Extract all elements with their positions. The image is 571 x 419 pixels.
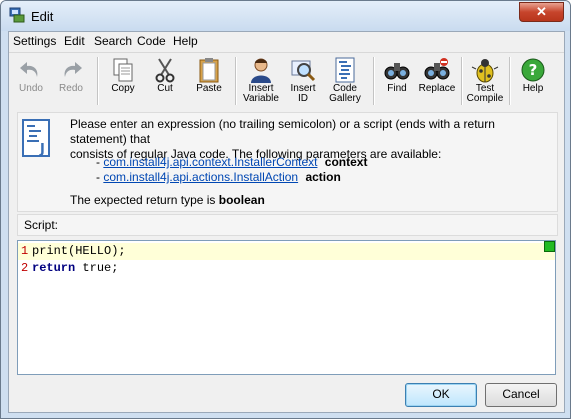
undo-label: Undo <box>19 83 43 94</box>
param-context-type-link[interactable]: com.install4j.api.context.InstallerConte… <box>103 155 317 169</box>
insert-variable-button[interactable]: Insert Variable <box>241 55 281 107</box>
svg-text:J: J <box>39 142 45 157</box>
menu-bar: Settings Edit Search Code Help <box>9 32 564 51</box>
code-gallery-icon <box>335 57 355 83</box>
menu-edit[interactable]: Edit <box>64 34 85 48</box>
help-button[interactable]: ? Help <box>515 55 551 107</box>
copy-icon <box>113 58 133 82</box>
code-rest: true; <box>75 261 119 275</box>
code-gallery-button[interactable]: Code Gallery <box>325 55 365 107</box>
window-title: Edit <box>31 9 54 24</box>
cut-label: Cut <box>157 83 173 94</box>
param-action-type-link[interactable]: com.install4j.api.actions.InstallAction <box>103 170 298 184</box>
script-document-icon: J <box>22 119 50 157</box>
title-bar[interactable]: Edit ✕ <box>1 1 570 31</box>
toolbar: Undo Redo Copy Cut Paste Insert Variable… <box>9 52 564 111</box>
copy-button[interactable]: Copy <box>105 55 141 107</box>
param-action: - com.install4j.api.actions.InstallActio… <box>96 170 341 184</box>
magnifier-icon <box>291 60 316 82</box>
script-label: Script: <box>24 218 59 232</box>
cut-button[interactable]: Cut <box>147 55 183 107</box>
toolbar-separator <box>373 57 375 105</box>
toolbar-separator <box>509 57 511 105</box>
return-type-prefix: The expected return type is <box>70 193 216 207</box>
find-label: Find <box>387 83 407 94</box>
close-button[interactable]: ✕ <box>519 2 564 22</box>
menu-code[interactable]: Code <box>137 34 166 48</box>
code-text: print(HELLO); <box>32 244 126 258</box>
redo-label: Redo <box>59 83 83 94</box>
close-icon: ✕ <box>536 4 547 19</box>
dialog-footer: OK Cancel <box>9 378 564 412</box>
info-line-1: Please enter an expression (no trailing … <box>70 117 495 146</box>
replace-button[interactable]: Replace <box>417 55 457 107</box>
cancel-button[interactable]: Cancel <box>485 383 557 407</box>
param-context: - com.install4j.api.context.InstallerCon… <box>96 155 367 169</box>
line-number: 1 <box>21 244 29 258</box>
undo-button[interactable]: Undo <box>13 55 49 107</box>
menu-search[interactable]: Search <box>94 34 132 48</box>
toolbar-separator <box>97 57 99 105</box>
undo-arrow-icon <box>20 62 38 77</box>
toolbar-separator <box>461 57 463 105</box>
scissors-icon <box>155 58 175 83</box>
status-marker-icon <box>544 241 555 252</box>
param-context-name: context <box>324 155 368 169</box>
dialog-body: Settings Edit Search Code Help Undo Redo… <box>8 31 565 413</box>
code-text: return true; <box>32 260 118 277</box>
code-line-2[interactable]: 2 return true; <box>18 260 555 277</box>
test-compile-button[interactable]: Test Compile <box>465 55 505 107</box>
toolbar-separator <box>235 57 237 105</box>
find-button[interactable]: Find <box>379 55 415 107</box>
param-action-name: action <box>305 170 341 184</box>
bug-icon <box>471 59 499 83</box>
binoculars-icon <box>384 63 410 80</box>
binoculars-replace-icon <box>424 58 450 80</box>
menu-settings[interactable]: Settings <box>13 34 56 48</box>
code-keyword: return <box>32 261 76 275</box>
code-gallery-label-2: Gallery <box>329 93 361 104</box>
help-icon: ? <box>521 58 545 82</box>
clipboard-icon <box>199 58 219 83</box>
help-label: Help <box>522 83 544 94</box>
app-icon <box>9 7 25 23</box>
script-header: Script: <box>17 214 558 236</box>
insert-variable-label-2: Variable <box>243 93 279 104</box>
menu-help[interactable]: Help <box>173 34 198 48</box>
line-number: 2 <box>21 261 29 275</box>
replace-label: Replace <box>418 83 456 94</box>
svg-text:?: ? <box>529 61 538 79</box>
script-editor[interactable]: 1 print(HELLO); 2 return true; <box>17 240 556 375</box>
edit-window: Edit ✕ Settings Edit Search Code Help Un… <box>0 0 571 419</box>
test-compile-label-2: Compile <box>466 93 504 104</box>
paste-button[interactable]: Paste <box>189 55 229 107</box>
insert-id-label-2: ID <box>298 93 308 104</box>
code-line-1[interactable]: 1 print(HELLO); <box>18 243 555 260</box>
ok-button[interactable]: OK <box>405 383 477 407</box>
copy-label: Copy <box>111 83 135 94</box>
return-type-line: The expected return type is boolean <box>70 193 265 207</box>
paste-label: Paste <box>196 83 222 94</box>
insert-id-button[interactable]: Insert ID <box>285 55 321 107</box>
user-icon <box>251 58 271 83</box>
param-dash: - <box>96 170 100 184</box>
redo-arrow-icon <box>64 62 82 77</box>
redo-button[interactable]: Redo <box>53 55 89 107</box>
return-type-value: boolean <box>218 193 265 207</box>
info-panel: J Please enter an expression (no trailin… <box>17 112 558 212</box>
param-dash: - <box>96 155 100 169</box>
